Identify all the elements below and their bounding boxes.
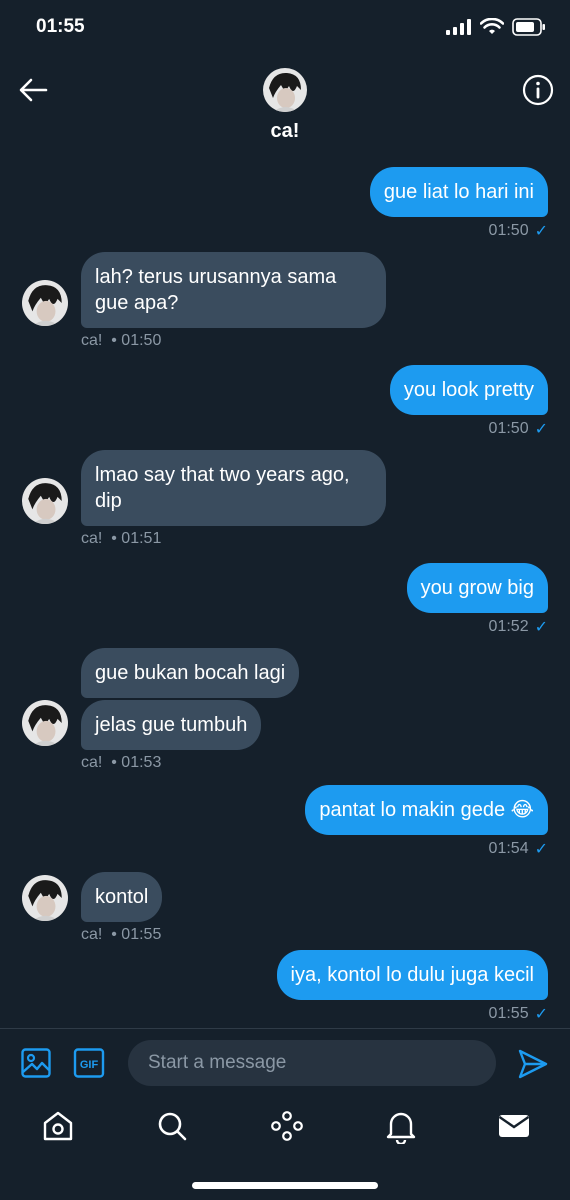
- message-sender: ca!: [81, 754, 103, 771]
- sent-check-icon: ✓: [534, 421, 548, 438]
- message-bubble[interactable]: gue liat lo hari ini: [369, 167, 548, 217]
- message-time: 01:55: [121, 926, 162, 943]
- home-icon: [43, 1111, 73, 1141]
- message-bubble[interactable]: lah? terus urusannya sama gue apa?: [81, 252, 386, 328]
- avatar[interactable]: [22, 875, 68, 921]
- message-time: 01:51: [121, 530, 162, 547]
- sent-check-icon: ✓: [534, 841, 548, 858]
- message-list[interactable]: gue liat lo hari ini 01:50 ✓ lah? terus …: [0, 152, 570, 1028]
- add-gif-button[interactable]: GIF: [73, 1047, 105, 1079]
- arrow-left-icon: [19, 78, 48, 102]
- message-received: jelas gue tumbuh ca! • 01:53: [81, 700, 262, 772]
- info-icon: [522, 74, 554, 106]
- meta-separator: •: [111, 926, 117, 943]
- message-bubble[interactable]: gue bukan bocah lagi: [81, 648, 300, 698]
- message-received: lmao say that two years ago, dip ca! • 0…: [81, 450, 386, 548]
- message-meta: 01:50 ✓: [370, 221, 548, 241]
- message-sender: ca!: [81, 530, 103, 547]
- tab-notifications[interactable]: [383, 1108, 419, 1146]
- gif-icon: GIF: [73, 1048, 105, 1078]
- signal-icon: [446, 19, 471, 35]
- wifi-icon: [480, 18, 504, 34]
- message-bubble[interactable]: jelas gue tumbuh: [81, 700, 262, 750]
- gif-label: GIF: [80, 1059, 99, 1071]
- message-sent: you look pretty 01:50 ✓: [389, 365, 548, 439]
- message-meta: 01:55 ✓: [277, 1004, 548, 1024]
- message-meta: ca! • 01:55: [81, 926, 162, 944]
- message-time: 01:50: [121, 332, 162, 349]
- add-image-button[interactable]: [20, 1047, 52, 1079]
- message-received: lah? terus urusannya sama gue apa? ca! •…: [81, 252, 386, 350]
- meta-separator: •: [111, 754, 117, 771]
- message-bubble[interactable]: kontol: [81, 872, 163, 922]
- message-sent: pantat lo makin gede 😂 01:54 ✓: [305, 785, 548, 859]
- tab-search[interactable]: [154, 1108, 190, 1144]
- message-time: 01:50: [488, 420, 529, 437]
- message-meta: ca! • 01:50: [81, 332, 386, 350]
- search-icon: [158, 1112, 187, 1141]
- message-sent: gue liat lo hari ini 01:50 ✓: [369, 167, 548, 241]
- message-time: 01:53: [121, 754, 162, 771]
- message-time: 01:54: [488, 840, 529, 857]
- avatar[interactable]: [22, 280, 68, 326]
- message-meta: 01:50 ✓: [390, 419, 548, 439]
- image-icon: [21, 1048, 51, 1078]
- message-sent: you grow big 01:52 ✓: [406, 563, 548, 637]
- avatar[interactable]: [22, 700, 68, 746]
- meta-separator: •: [111, 332, 117, 349]
- message-received: gue bukan bocah lagi: [81, 648, 300, 698]
- message-sender: ca!: [81, 332, 103, 349]
- avatar[interactable]: [22, 478, 68, 524]
- send-icon: [518, 1049, 548, 1079]
- sent-check-icon: ✓: [534, 619, 548, 636]
- message-composer: GIF: [0, 1028, 570, 1101]
- message-bubble[interactable]: lmao say that two years ago, dip: [81, 450, 386, 526]
- sent-check-icon: ✓: [534, 1006, 548, 1023]
- tab-spaces[interactable]: [269, 1108, 305, 1144]
- conversation-header: ca!: [0, 60, 570, 152]
- message-time: 01:52: [488, 618, 529, 635]
- message-meta: ca! • 01:53: [81, 754, 261, 772]
- back-button[interactable]: [16, 72, 52, 108]
- send-button[interactable]: [516, 1047, 550, 1081]
- messages-icon: [498, 1115, 530, 1137]
- message-bubble[interactable]: pantat lo makin gede 😂: [305, 785, 548, 835]
- message-time: 01:55: [488, 1005, 529, 1022]
- message-time: 01:50: [488, 222, 529, 239]
- status-time: 01:55: [36, 16, 85, 37]
- battery-icon: [512, 18, 545, 36]
- bottom-tab-bar: [0, 1100, 570, 1160]
- header-avatar[interactable]: [263, 68, 307, 112]
- message-meta: 01:52 ✓: [407, 617, 548, 637]
- message-bubble[interactable]: iya, kontol lo dulu juga kecil: [276, 950, 548, 1000]
- status-icons: [446, 18, 546, 36]
- meta-separator: •: [111, 530, 117, 547]
- spaces-icon: [271, 1111, 303, 1141]
- status-bar: 01:55: [0, 0, 570, 56]
- message-input[interactable]: [128, 1040, 496, 1086]
- tab-home[interactable]: [40, 1108, 76, 1144]
- message-bubble[interactable]: you look pretty: [389, 365, 548, 415]
- info-button[interactable]: [520, 72, 556, 108]
- notifications-icon: [386, 1112, 416, 1146]
- message-meta: ca! • 01:51: [81, 530, 386, 548]
- message-meta: 01:54 ✓: [305, 839, 548, 859]
- message-sent: iya, kontol lo dulu juga kecil 01:55 ✓: [276, 950, 548, 1024]
- tab-messages[interactable]: [496, 1108, 532, 1144]
- message-bubble[interactable]: you grow big: [406, 563, 548, 613]
- home-indicator[interactable]: [192, 1182, 378, 1189]
- conversation-name[interactable]: ca!: [0, 120, 570, 143]
- message-received: kontol ca! • 01:55: [81, 872, 163, 944]
- sent-check-icon: ✓: [534, 223, 548, 240]
- message-sender: ca!: [81, 926, 103, 943]
